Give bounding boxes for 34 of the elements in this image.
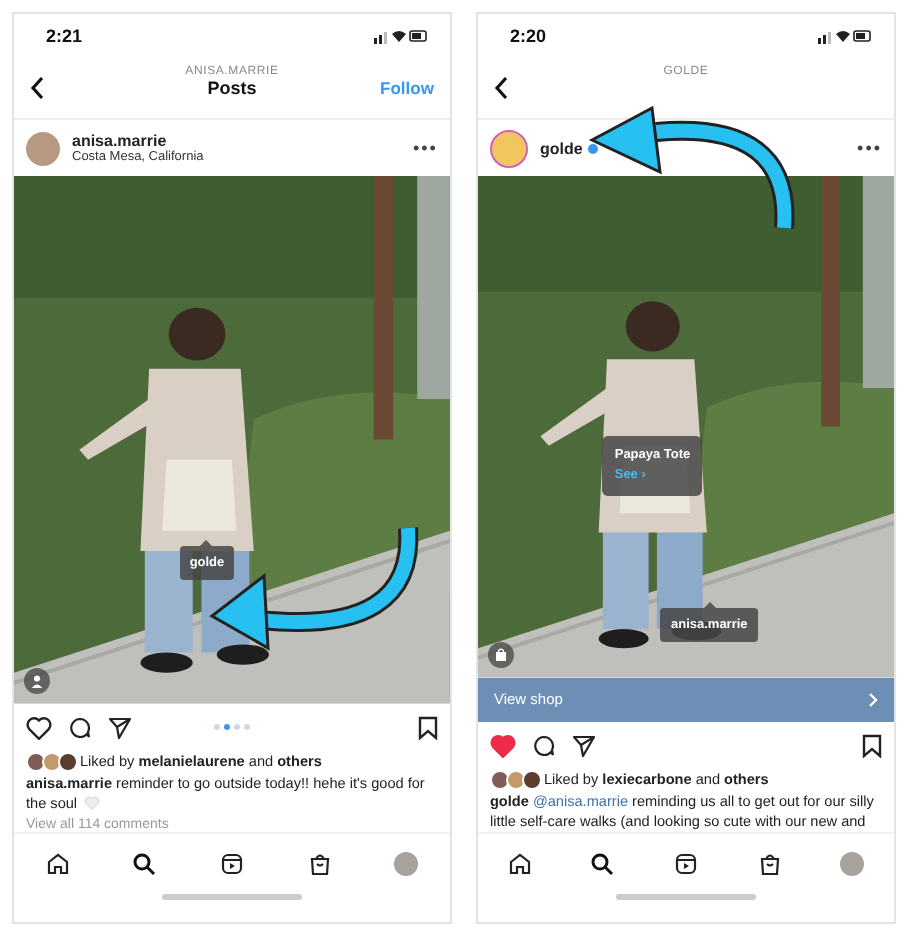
- heart-emoji-icon: [83, 795, 100, 810]
- chevron-icon: [868, 691, 878, 708]
- reels-icon[interactable]: [219, 852, 244, 876]
- search-icon[interactable]: [590, 852, 615, 876]
- send-icon[interactable]: [571, 733, 596, 758]
- search-icon[interactable]: [132, 852, 157, 876]
- liker-avatars: [489, 769, 538, 790]
- bookmark-icon[interactable]: [862, 733, 882, 758]
- send-icon[interactable]: [108, 715, 132, 740]
- avatar[interactable]: [489, 129, 528, 167]
- reels-icon[interactable]: [673, 852, 698, 876]
- shopping-bag-icon[interactable]: [757, 852, 782, 876]
- back-icon[interactable]: [30, 76, 46, 100]
- status-time: 2:20: [509, 26, 546, 46]
- back-icon[interactable]: [493, 76, 510, 100]
- comment-icon[interactable]: [531, 733, 556, 758]
- status-icons: [818, 28, 874, 44]
- bookmark-icon[interactable]: [417, 715, 438, 740]
- status-time: 2:21: [46, 26, 83, 46]
- avatar[interactable]: [26, 131, 60, 165]
- username[interactable]: golde: [539, 139, 599, 157]
- home-indicator: [615, 894, 756, 900]
- comment-icon[interactable]: [68, 715, 92, 740]
- more-button[interactable]: •••: [857, 138, 882, 158]
- heart-icon[interactable]: [26, 715, 52, 740]
- status-icons: [373, 28, 430, 44]
- shopping-bag-icon[interactable]: [307, 852, 332, 876]
- home-indicator: [161, 894, 302, 900]
- liker-avatars: [26, 751, 74, 772]
- header-title: Posts: [207, 78, 257, 98]
- home-icon[interactable]: [507, 852, 532, 876]
- more-button[interactable]: •••: [413, 138, 438, 158]
- username[interactable]: anisa.marrie: [72, 132, 204, 150]
- home-icon[interactable]: [45, 852, 70, 876]
